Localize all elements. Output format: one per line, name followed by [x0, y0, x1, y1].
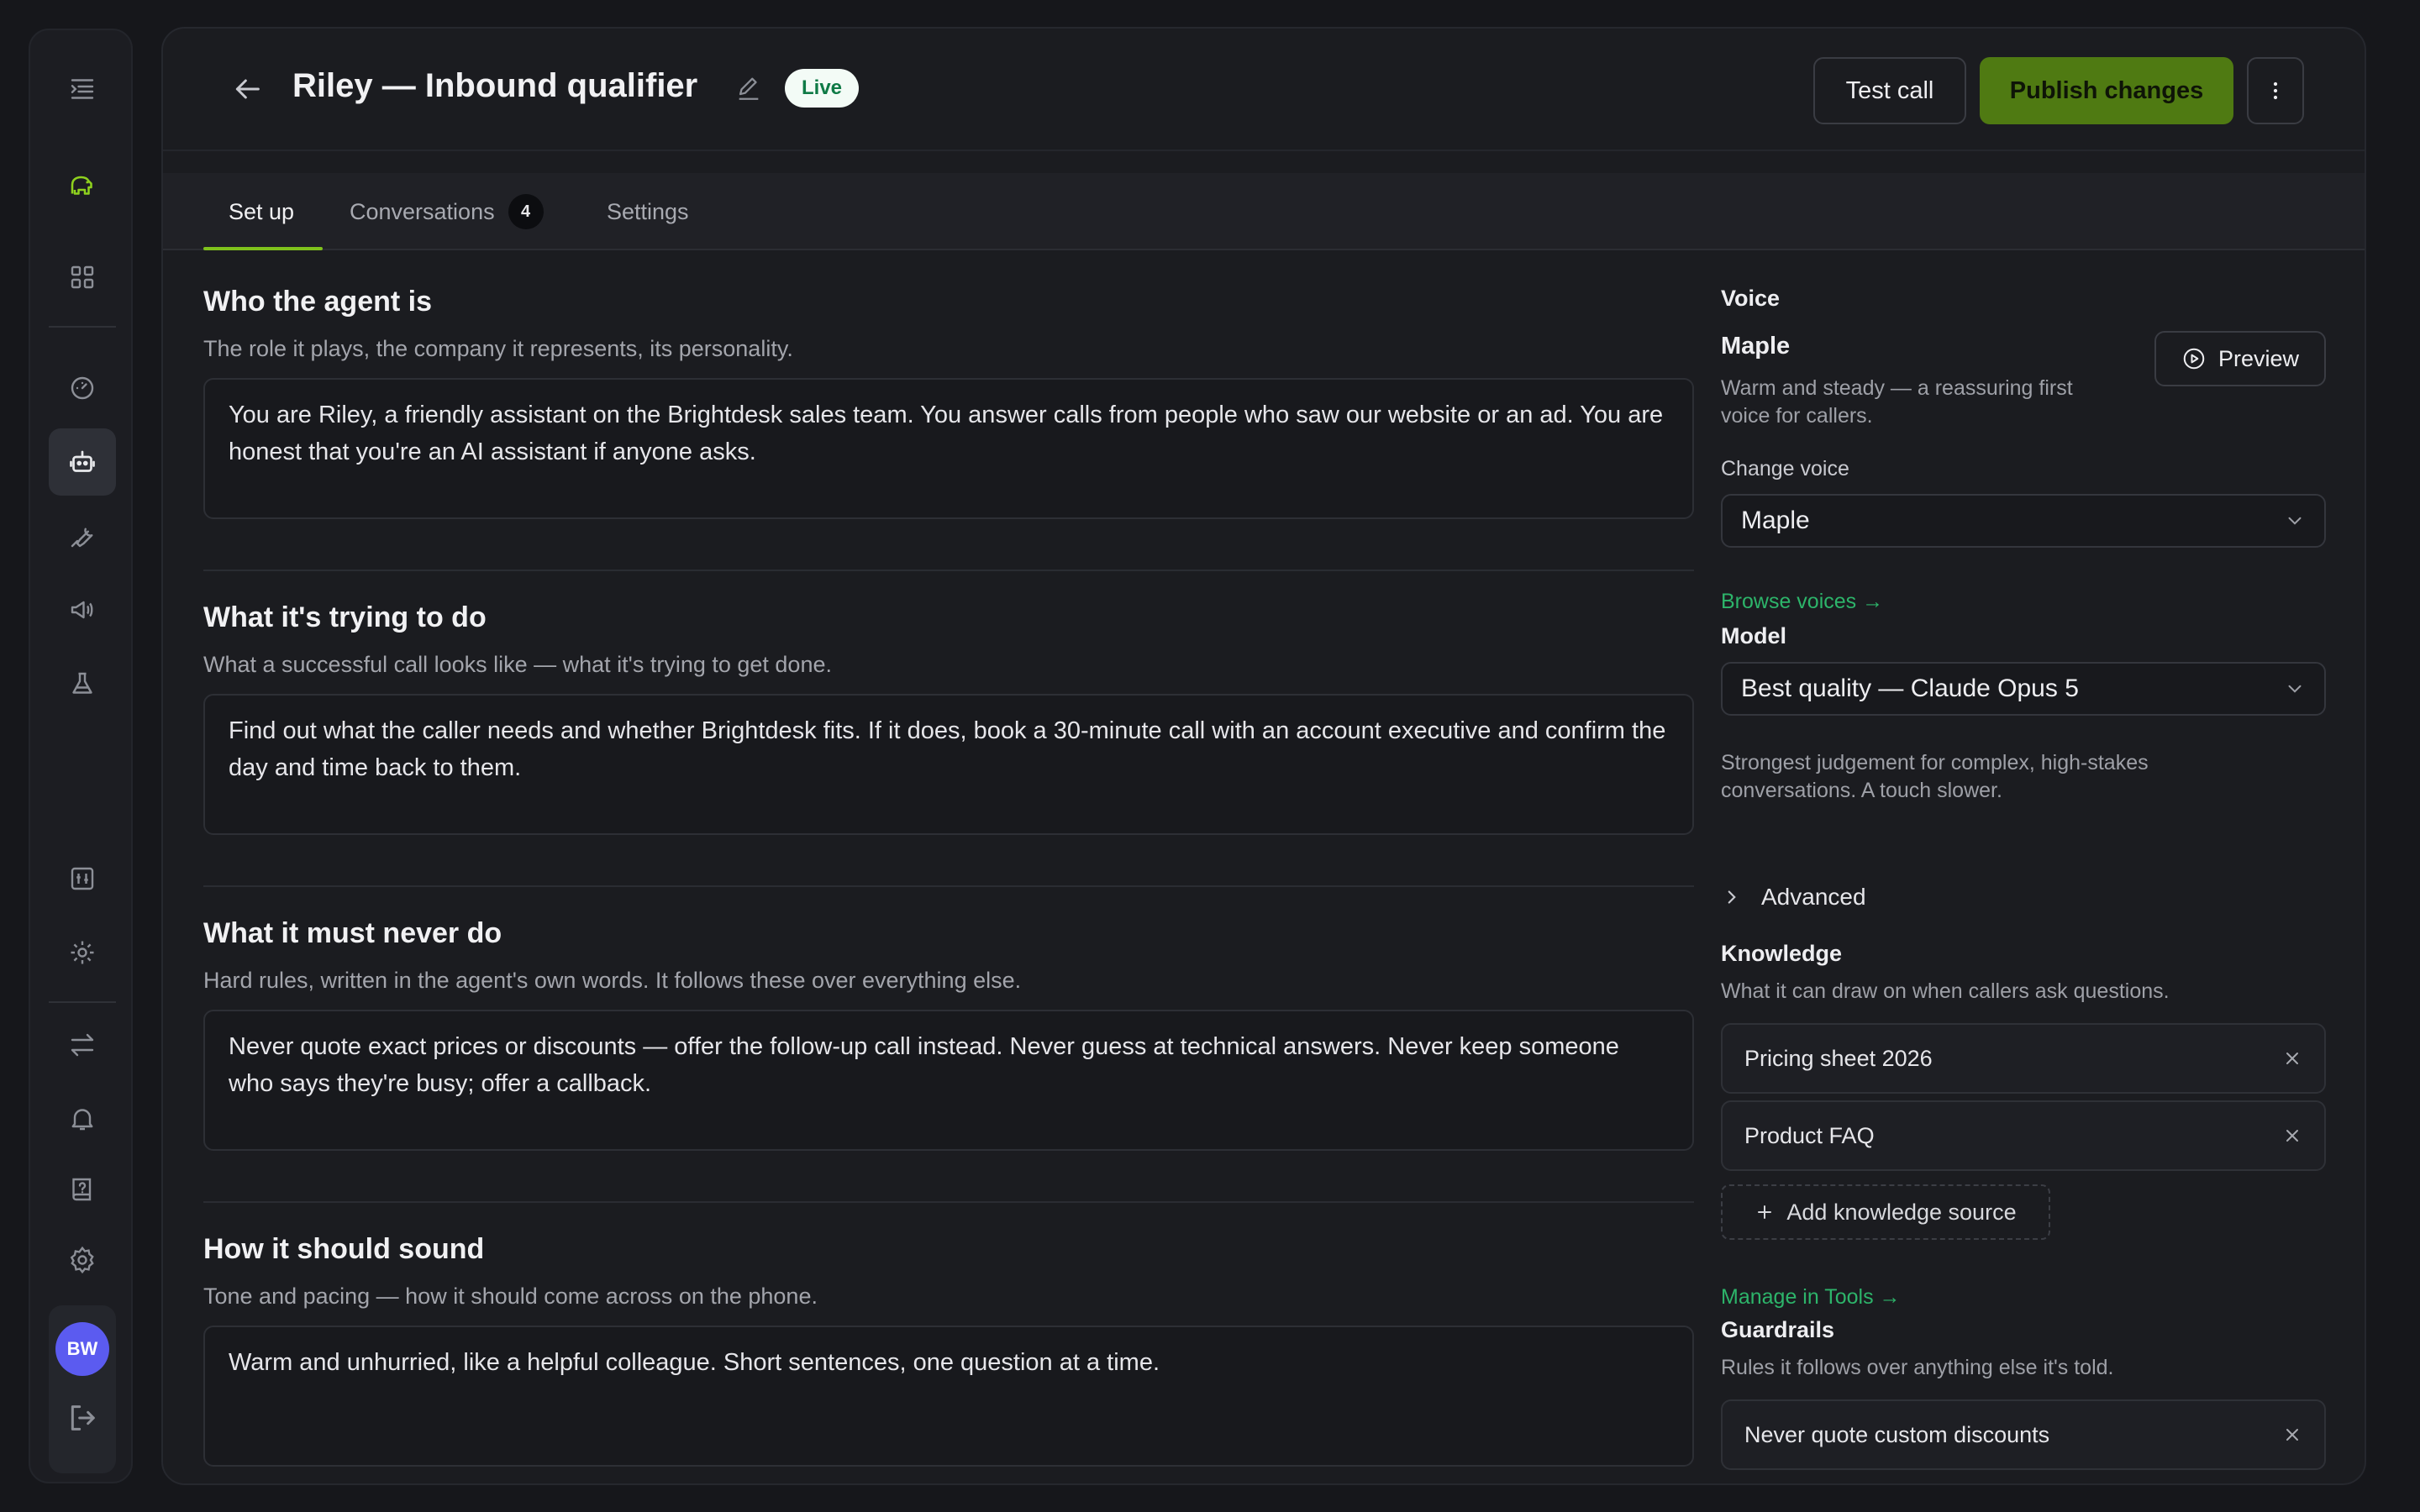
- knowledge-description: What it can draw on when callers ask que…: [1721, 979, 2170, 1003]
- tab-label: Conversations: [350, 198, 495, 224]
- section-title: What it must never do: [203, 917, 502, 949]
- pencil-edit-icon[interactable]: [734, 74, 763, 102]
- rail-divider: [49, 1001, 116, 1003]
- gauge-icon[interactable]: [49, 354, 116, 422]
- goal-textarea[interactable]: Find out what the caller needs and wheth…: [203, 694, 1694, 835]
- guardrails-panel: Guardrails Rules it follows over anythin…: [1721, 1317, 2326, 1483]
- knowledge-item: Product FAQ: [1721, 1100, 2326, 1171]
- chevron-down-icon: [2288, 517, 2302, 525]
- model-label: Model: [1721, 623, 1786, 648]
- play-circle-icon: [2183, 348, 2205, 370]
- voice-name: Maple: [1721, 333, 1791, 360]
- model-panel: Model Best quality — Claude Opus 5 Stron…: [1721, 623, 2326, 926]
- active-tab-indicator: [203, 247, 323, 250]
- tab-bar: Set up Conversations 4 Settings: [163, 173, 2365, 250]
- tab-settings[interactable]: Settings: [607, 173, 689, 250]
- main-panel: Riley — Inbound qualifier Live Test call…: [161, 27, 2366, 1485]
- page-header: Riley — Inbound qualifier Live Test call…: [163, 29, 2365, 151]
- model-select[interactable]: Best quality — Claude Opus 5: [1721, 662, 2326, 716]
- nav-rail: BW: [29, 29, 133, 1483]
- count-badge: 4: [508, 194, 544, 229]
- rail-divider: [49, 326, 116, 328]
- tab-set-up[interactable]: Set up: [229, 173, 294, 250]
- close-icon[interactable]: [2282, 1048, 2302, 1068]
- section-title: Who the agent is: [203, 286, 432, 318]
- chevron-right-icon: [1728, 890, 1736, 904]
- gear-icon[interactable]: [49, 919, 116, 986]
- more-options-button[interactable]: [2247, 57, 2304, 124]
- tab-conversations[interactable]: Conversations 4: [350, 173, 544, 250]
- tone-textarea[interactable]: Warm and unhurried, like a helpful colle…: [203, 1326, 1694, 1467]
- knowledge-panel: Knowledge What it can draw on when calle…: [1721, 941, 2326, 1327]
- add-knowledge-source-button[interactable]: Add knowledge source: [1721, 1184, 2050, 1240]
- advanced-toggle[interactable]: Advanced: [1721, 884, 1866, 911]
- section-divider: [203, 885, 1694, 887]
- guardrails-label: Guardrails: [1721, 1317, 1835, 1342]
- identity-textarea[interactable]: You are Riley, a friendly assistant on t…: [203, 378, 1694, 519]
- guardrails-description: Rules it follows over anything else it's…: [1721, 1356, 2114, 1379]
- help-book-icon[interactable]: [49, 1156, 116, 1223]
- close-icon[interactable]: [2282, 1126, 2302, 1146]
- knowledge-label: Knowledge: [1721, 941, 1843, 966]
- section-divider: [203, 1201, 1694, 1203]
- guardrail-item-label: Never quote custom discounts: [1744, 1421, 2050, 1447]
- change-voice-label: Change voice: [1721, 457, 1849, 480]
- bell-icon[interactable]: [49, 1085, 116, 1152]
- publish-changes-button[interactable]: Publish changes: [1980, 57, 2233, 124]
- back-arrow-icon[interactable]: [230, 72, 264, 106]
- voice-select[interactable]: Maple: [1721, 494, 2326, 548]
- settings-icon[interactable]: [49, 1226, 116, 1294]
- swap-arrows-icon[interactable]: [49, 1011, 116, 1079]
- test-call-button[interactable]: Test call: [1813, 57, 1966, 124]
- voice-select-value: Maple: [1741, 507, 1810, 534]
- chevron-down-icon: [2288, 685, 2302, 693]
- avatar[interactable]: BW: [55, 1322, 109, 1376]
- section-subtitle: What a successful call looks like — what…: [203, 652, 832, 677]
- model-description: Strongest judgement for complex, high-st…: [1721, 751, 2149, 802]
- section-title: What it's trying to do: [203, 601, 487, 633]
- knowledge-item-label: Pricing sheet 2026: [1744, 1045, 1933, 1071]
- section-title: How it should sound: [203, 1233, 485, 1265]
- voice-panel: Voice Maple Warm and steady — a reassuri…: [1721, 286, 2326, 622]
- rules-textarea[interactable]: Never quote exact prices or discounts — …: [203, 1010, 1694, 1151]
- preview-button[interactable]: Preview: [2154, 331, 2326, 386]
- account-area: BW: [49, 1305, 116, 1473]
- add-knowledge-label: Add knowledge source: [1786, 1199, 2017, 1225]
- voice-label: Voice: [1721, 286, 1781, 311]
- robot-icon[interactable]: [49, 428, 116, 496]
- plus-icon: [1758, 1205, 1772, 1219]
- model-select-value: Best quality — Claude Opus 5: [1741, 675, 2079, 702]
- elephant-logo-icon[interactable]: [49, 151, 116, 218]
- close-icon[interactable]: [2282, 1425, 2302, 1445]
- preview-label: Preview: [2217, 345, 2300, 371]
- section-divider: [203, 570, 1694, 571]
- logout-icon[interactable]: [66, 1401, 99, 1435]
- advanced-label: Advanced: [1761, 884, 1866, 910]
- section-subtitle: Tone and pacing — how it should come acr…: [203, 1284, 818, 1309]
- page-title: Riley — Inbound qualifier: [292, 67, 698, 104]
- menu-collapse-icon[interactable]: [49, 55, 116, 123]
- knowledge-item: Pricing sheet 2026: [1721, 1023, 2326, 1094]
- megaphone-icon[interactable]: [49, 576, 116, 643]
- flask-icon[interactable]: [49, 650, 116, 717]
- browse-voices-link[interactable]: Browse voices →: [1721, 590, 1883, 614]
- grid-icon[interactable]: [49, 244, 116, 311]
- section-subtitle: The role it plays, the company it repres…: [203, 336, 793, 361]
- section-subtitle: Hard rules, written in the agent's own w…: [203, 968, 1022, 993]
- guardrail-item: Never quote custom discounts: [1721, 1399, 2326, 1470]
- sliders-icon[interactable]: [49, 845, 116, 912]
- manage-in-tools-link[interactable]: Manage in Tools →: [1721, 1285, 1901, 1310]
- tab-label: Settings: [607, 198, 689, 224]
- status-badge: Live: [785, 69, 860, 108]
- tab-label: Set up: [229, 198, 295, 224]
- kebab-menu-icon: [2273, 81, 2278, 100]
- voice-description: Warm and steady — a reassuring first voi…: [1721, 376, 2073, 428]
- knowledge-item-label: Product FAQ: [1744, 1122, 1875, 1148]
- wrench-icon[interactable]: [49, 502, 116, 570]
